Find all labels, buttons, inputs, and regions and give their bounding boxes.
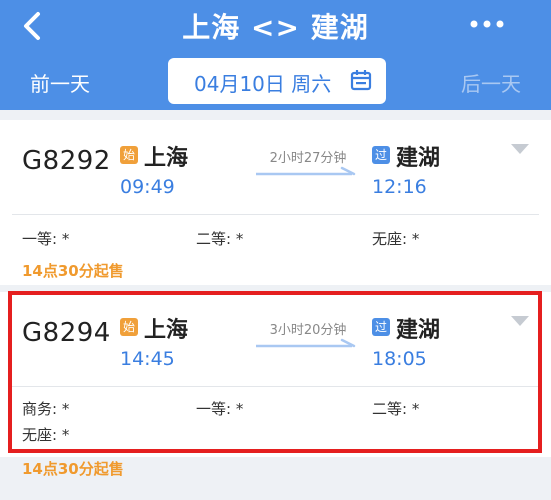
arrow-right-icon [256,166,356,176]
departure-time: 14:45 [120,348,175,370]
next-day-button: 后一天 [461,72,521,96]
seat-second-class: 二等: * [196,230,244,248]
sale-time: 14点30分起售 [22,460,124,478]
chevron-down-icon[interactable] [511,316,529,326]
date-picker[interactable]: 04月10日 周六 [168,58,386,104]
trip-duration: 3小时20分钟 [269,323,347,338]
trip-duration: 2小时27分钟 [269,151,347,166]
pass-through-badge: 过 [372,146,390,164]
departure-time: 09:49 [120,176,175,198]
pass-through-badge: 过 [372,318,390,336]
calendar-icon [350,70,372,91]
train-number: G8294 [22,318,111,348]
seat-business-class: 商务: * [22,400,70,418]
prev-day-button[interactable]: 前一天 [30,68,90,97]
seat-no-seat: 无座: * [22,426,70,444]
seat-first-class: 一等: * [22,230,70,248]
chevron-down-icon[interactable] [511,144,529,154]
origin-badge: 始 [120,318,138,336]
top-bar: 上海 <> 建湖 前一天 04月10日 周六 后一天 [0,0,551,110]
train-card[interactable]: G8292 始 上海 09:49 2小时27分钟 过 建湖 12:16 一等: … [0,120,551,285]
train-card[interactable]: G8294 始 上海 14:45 3小时20分钟 过 建湖 18:05 商务: … [0,292,551,478]
arrow-right-icon [256,338,356,348]
more-button[interactable] [463,8,511,40]
more-dots-icon [470,20,504,28]
date-label: 04月10日 周六 [194,72,332,96]
arrival-time: 18:05 [372,348,427,370]
departure-station: 上海 [144,146,189,171]
arrival-time: 12:16 [372,176,427,198]
arrival-station: 建湖 [396,318,441,343]
divider [12,386,539,387]
seat-no-seat: 无座: * [372,230,420,248]
arrival-station: 建湖 [396,146,441,171]
divider [12,214,539,215]
sale-time: 14点30分起售 [22,262,124,280]
train-number: G8292 [22,146,111,176]
origin-badge: 始 [120,146,138,164]
seat-first-class: 一等: * [196,400,244,418]
seat-second-class: 二等: * [372,400,420,418]
departure-station: 上海 [144,318,189,343]
